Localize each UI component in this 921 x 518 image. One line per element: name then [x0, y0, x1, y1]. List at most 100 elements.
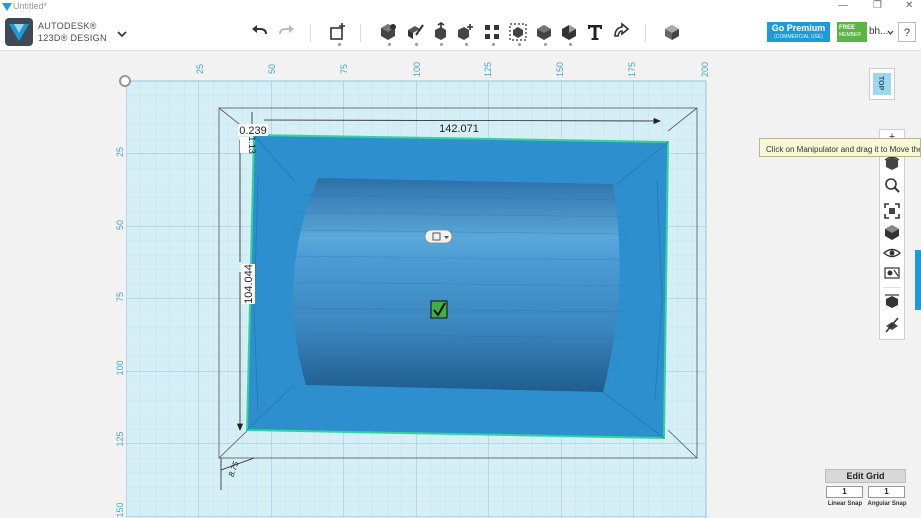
- dim-width-label[interactable]: 142.071: [439, 123, 479, 135]
- ruler-left-tick: 25: [115, 147, 125, 157]
- construct-icon: [435, 22, 446, 40]
- submenu-dot: [569, 43, 572, 46]
- material-button[interactable]: [662, 22, 682, 42]
- chevron-down-icon: [117, 31, 127, 37]
- ruler-left-tick: 75: [115, 292, 125, 302]
- shaded-cube-icon: [885, 225, 899, 240]
- material-view-button[interactable]: [883, 264, 901, 282]
- submenu-dot: [544, 43, 547, 46]
- construct-button[interactable]: [430, 22, 450, 46]
- pattern-button[interactable]: [482, 22, 502, 46]
- grouping-button[interactable]: [508, 22, 528, 46]
- dim-height-label[interactable]: 104.044: [243, 264, 255, 304]
- main-toolbar: AUTODESK® 123D® DESIGN Go Premium (COMME…: [0, 14, 921, 51]
- undo-icon: [252, 25, 267, 35]
- submenu-dot: [518, 43, 521, 46]
- ruler-top-tick: 150: [555, 62, 565, 77]
- submenu-dot: [440, 43, 443, 46]
- view-cube-label: TOP: [877, 76, 884, 91]
- cube-icon: [381, 24, 396, 40]
- snap-button[interactable]: [611, 22, 631, 42]
- view-cube[interactable]: TOP: [869, 68, 895, 100]
- add-object-button[interactable]: [328, 22, 348, 46]
- modify-button[interactable]: [455, 22, 475, 46]
- linear-snap-label: Linear Snap: [827, 501, 863, 507]
- ruler-left-tick: 100: [115, 360, 125, 375]
- close-window-button[interactable]: ✕: [905, 0, 913, 11]
- submenu-dot: [388, 43, 391, 46]
- premium-sub: (COMMERCIAL USE): [774, 34, 823, 40]
- view-style-button[interactable]: [883, 223, 901, 241]
- linear-snap-input[interactable]: 1: [826, 486, 863, 498]
- app-logo-icon: [2, 3, 12, 11]
- premium-label: Go Premium: [771, 23, 826, 33]
- measure-button[interactable]: [559, 22, 579, 46]
- sketch-icon: [408, 24, 424, 39]
- title-bar: Untitled* — ❐ ✕: [0, 0, 921, 14]
- ruler-left-tick: 50: [115, 220, 125, 230]
- snap-icon: [614, 22, 630, 37]
- primitives-button[interactable]: [378, 22, 398, 46]
- restore-button[interactable]: ❐: [873, 0, 882, 11]
- autodesk-logo-icon: [5, 18, 33, 46]
- view-cube-face: TOP: [873, 73, 891, 95]
- add-box-icon: [330, 23, 345, 40]
- edit-grid-button[interactable]: Edit Grid: [825, 469, 906, 483]
- zoom-button[interactable]: [883, 176, 901, 194]
- text-button[interactable]: [585, 22, 605, 42]
- confirm-checkbox[interactable]: [430, 300, 448, 319]
- solid-toggle-button[interactable]: [883, 291, 901, 309]
- text-icon: [588, 25, 602, 40]
- window-title: Untitled*: [13, 1, 48, 11]
- free-member-badge: FREE MEMBER: [837, 22, 867, 42]
- workspace: 25 50 75 100 125 150 175 200 25 50 75 10…: [0, 51, 921, 518]
- measure-icon: [562, 25, 576, 40]
- fit-button[interactable]: [883, 202, 901, 220]
- brand-company: AUTODESK®: [38, 21, 97, 31]
- toolbar-separator: [310, 24, 311, 42]
- redo-icon: [279, 25, 294, 35]
- username: bh...: [869, 26, 889, 37]
- material-icon: [665, 25, 679, 40]
- viewport-canvas[interactable]: 25 50 75 100 125 150 175 200 25 50 75 10…: [0, 51, 921, 518]
- user-menu[interactable]: FREE MEMBER bh...: [837, 22, 895, 42]
- ruler-left-tick: 150: [115, 502, 125, 517]
- solid-icon: [885, 294, 899, 308]
- dim-small-label[interactable]: 1.13: [247, 136, 257, 154]
- modify-icon: [458, 24, 473, 40]
- eye-icon: [883, 248, 901, 258]
- submenu-dot: [415, 43, 418, 46]
- ruler-top-tick: 100: [412, 62, 422, 77]
- hide-sketch-button[interactable]: [883, 316, 901, 334]
- combine-button[interactable]: [534, 22, 554, 46]
- grid-origin-icon: [119, 75, 131, 87]
- move-manipulator[interactable]: [424, 229, 453, 244]
- ruler-top-tick: 175: [627, 62, 637, 77]
- brand-product: 123D® DESIGN: [38, 33, 107, 43]
- ruler-top-tick: 50: [267, 64, 277, 74]
- help-button[interactable]: ?: [898, 22, 916, 42]
- minimize-button[interactable]: —: [838, 0, 848, 11]
- angular-snap-input[interactable]: 1: [868, 486, 905, 498]
- submenu-dot: [338, 43, 341, 46]
- submenu-dot: [465, 43, 468, 46]
- go-premium-button[interactable]: Go Premium (COMMERCIAL USE): [767, 22, 830, 42]
- nav-separator: [883, 287, 901, 288]
- sketch-button[interactable]: [405, 22, 425, 46]
- badge-line1: FREE: [839, 25, 856, 31]
- ruler-top-tick: 125: [483, 62, 493, 77]
- submenu-dot: [492, 43, 495, 46]
- pattern-icon: [485, 25, 499, 39]
- undo-button[interactable]: [250, 22, 270, 42]
- visibility-button[interactable]: [883, 244, 901, 262]
- toolbar-separator: [645, 24, 646, 42]
- manipulator-tooltip: Click on Manipulator and drag it to Move…: [759, 138, 921, 157]
- panel-collapse-handle[interactable]: [915, 250, 921, 310]
- app-menu-button[interactable]: AUTODESK® 123D® DESIGN: [3, 18, 131, 46]
- badge-line2: MEMBER: [839, 32, 861, 38]
- ruler-left-tick: 125: [115, 431, 125, 446]
- redo-button[interactable]: [276, 22, 296, 42]
- dim-offset-label[interactable]: 0.239: [239, 125, 267, 137]
- combine-icon: [537, 25, 551, 40]
- edit-grid-panel: Edit Grid 1 1 Linear Snap Angular Snap: [825, 469, 907, 513]
